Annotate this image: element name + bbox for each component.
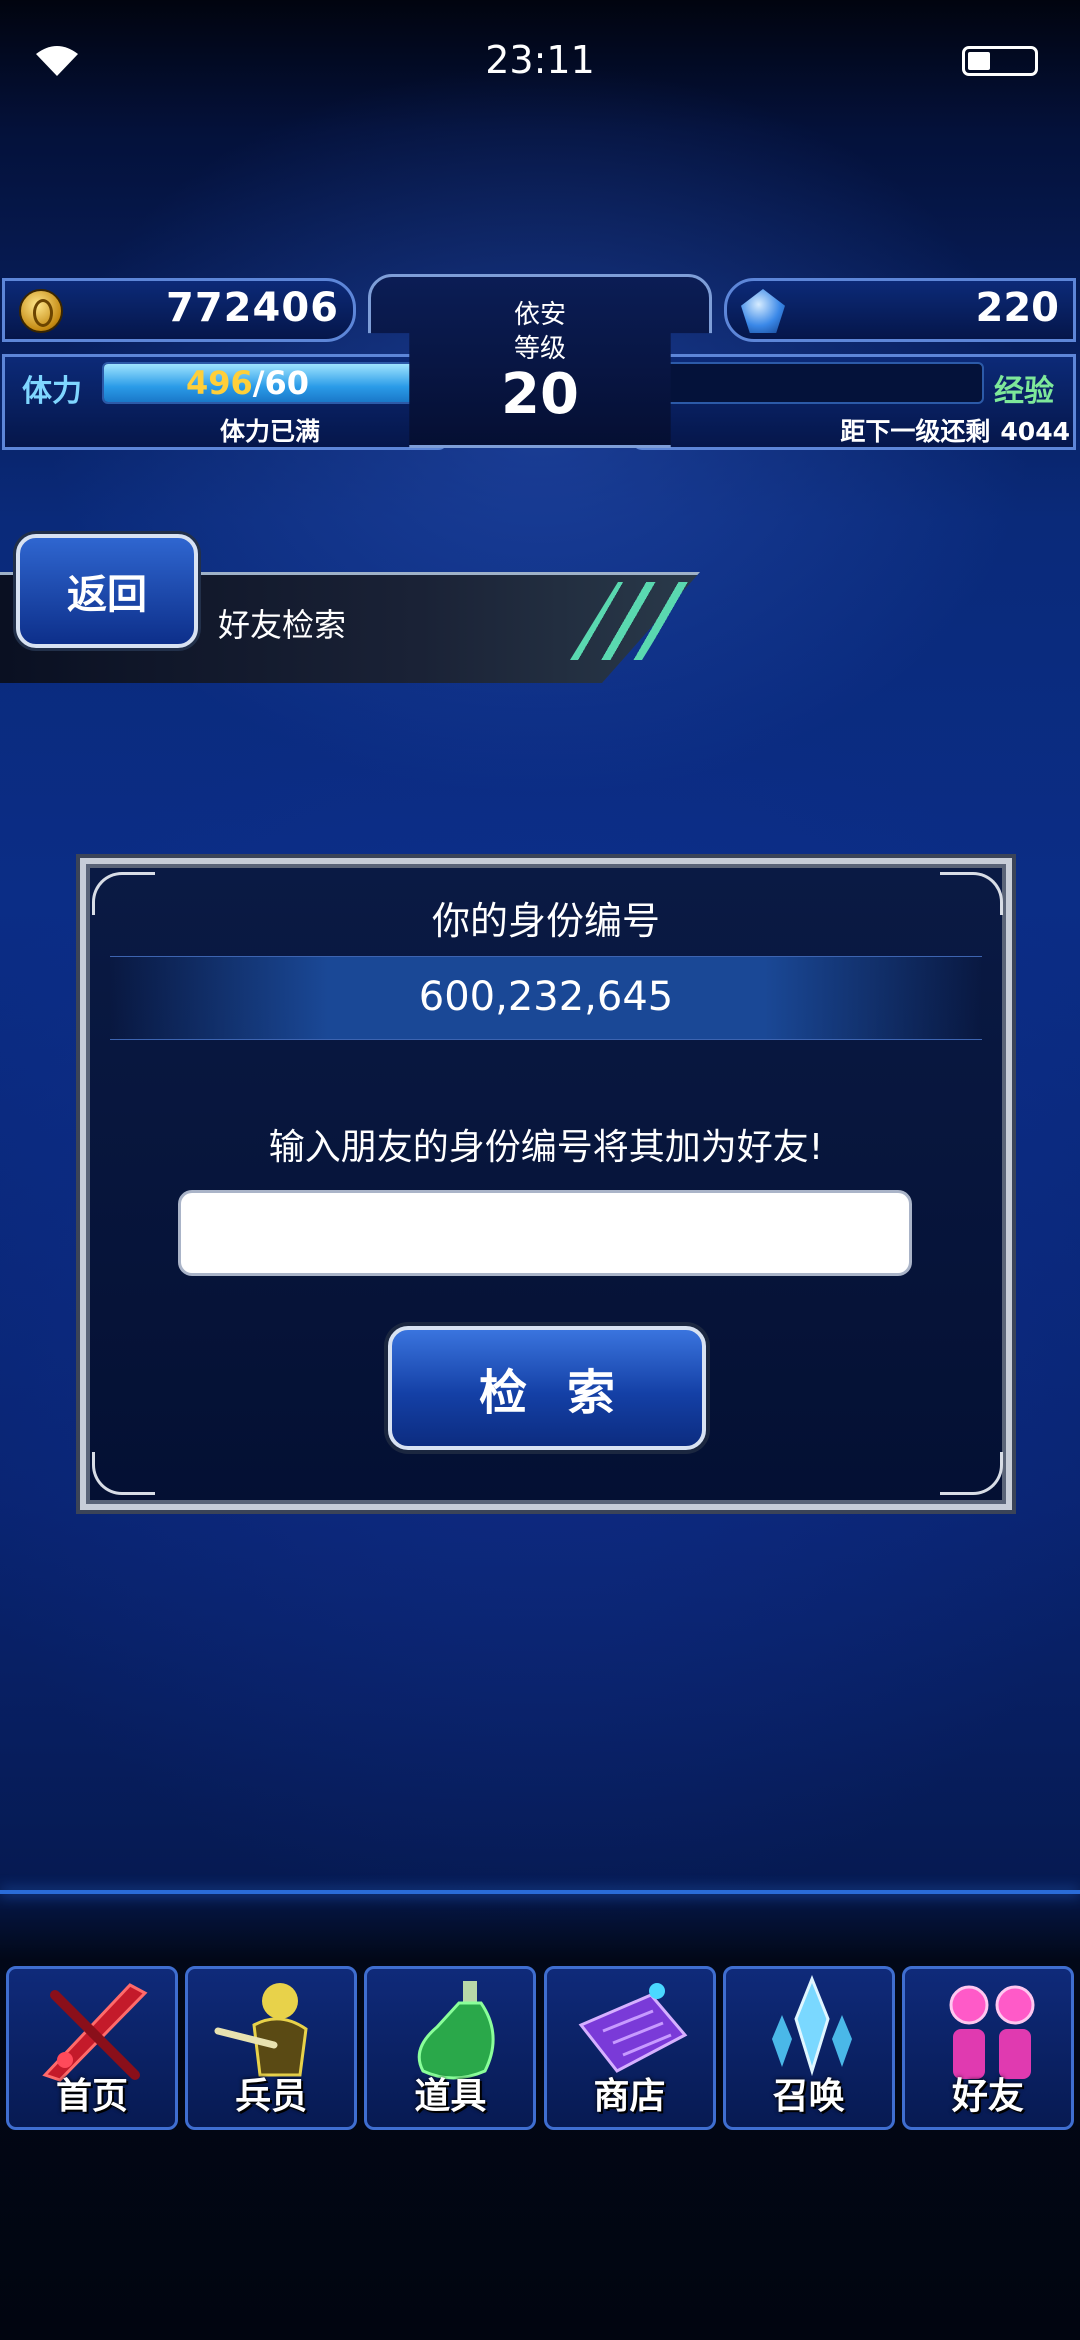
level-label: 等级 bbox=[513, 334, 566, 364]
nav-label: 首页 bbox=[55, 2076, 128, 2117]
nav-label: 道具 bbox=[414, 2076, 487, 2117]
battery-level bbox=[968, 52, 991, 70]
player-hud: 772406 220 体力 496/60 体力已满 经验 距下一级还剩 4044 … bbox=[0, 270, 1080, 450]
player-name: 依安 bbox=[513, 300, 566, 330]
battery-icon bbox=[962, 46, 1038, 76]
search-button[interactable]: 检索 bbox=[388, 1326, 706, 1450]
nav-label: 兵员 bbox=[235, 2076, 308, 2117]
page-title: 好友检索 bbox=[218, 606, 347, 644]
nav-divider bbox=[0, 1890, 1080, 1894]
nav-label: 商店 bbox=[593, 2076, 666, 2117]
nav-label: 好友 bbox=[951, 2076, 1024, 2117]
instruction-text: 输入朋友的身份编号将其加为好友! bbox=[268, 1127, 824, 1168]
bottom-nav: 首页 兵员 道具 商店 召唤 好友 bbox=[0, 1966, 1080, 2134]
friend-id-input[interactable] bbox=[178, 1190, 912, 1276]
nav-units[interactable]: 兵员 bbox=[185, 1966, 358, 2130]
wifi-icon bbox=[36, 46, 78, 76]
dialog-title: 你的身份编号 bbox=[431, 899, 660, 943]
nav-shop[interactable]: 商店 bbox=[543, 1966, 716, 2130]
status-bar: 23:11 bbox=[0, 0, 1080, 120]
player-level: 20 bbox=[501, 362, 579, 427]
nav-friends[interactable]: 好友 bbox=[901, 1966, 1074, 2130]
nav-home[interactable]: 首页 bbox=[6, 1966, 178, 2130]
player-id: 600,232,645 bbox=[418, 974, 674, 1020]
nav-label: 召唤 bbox=[772, 2076, 845, 2117]
nav-summon[interactable]: 召唤 bbox=[722, 1966, 895, 2130]
back-button[interactable]: 返回 bbox=[16, 534, 198, 648]
status-time: 23:11 bbox=[485, 38, 595, 82]
nav-items[interactable]: 道具 bbox=[364, 1966, 537, 2130]
